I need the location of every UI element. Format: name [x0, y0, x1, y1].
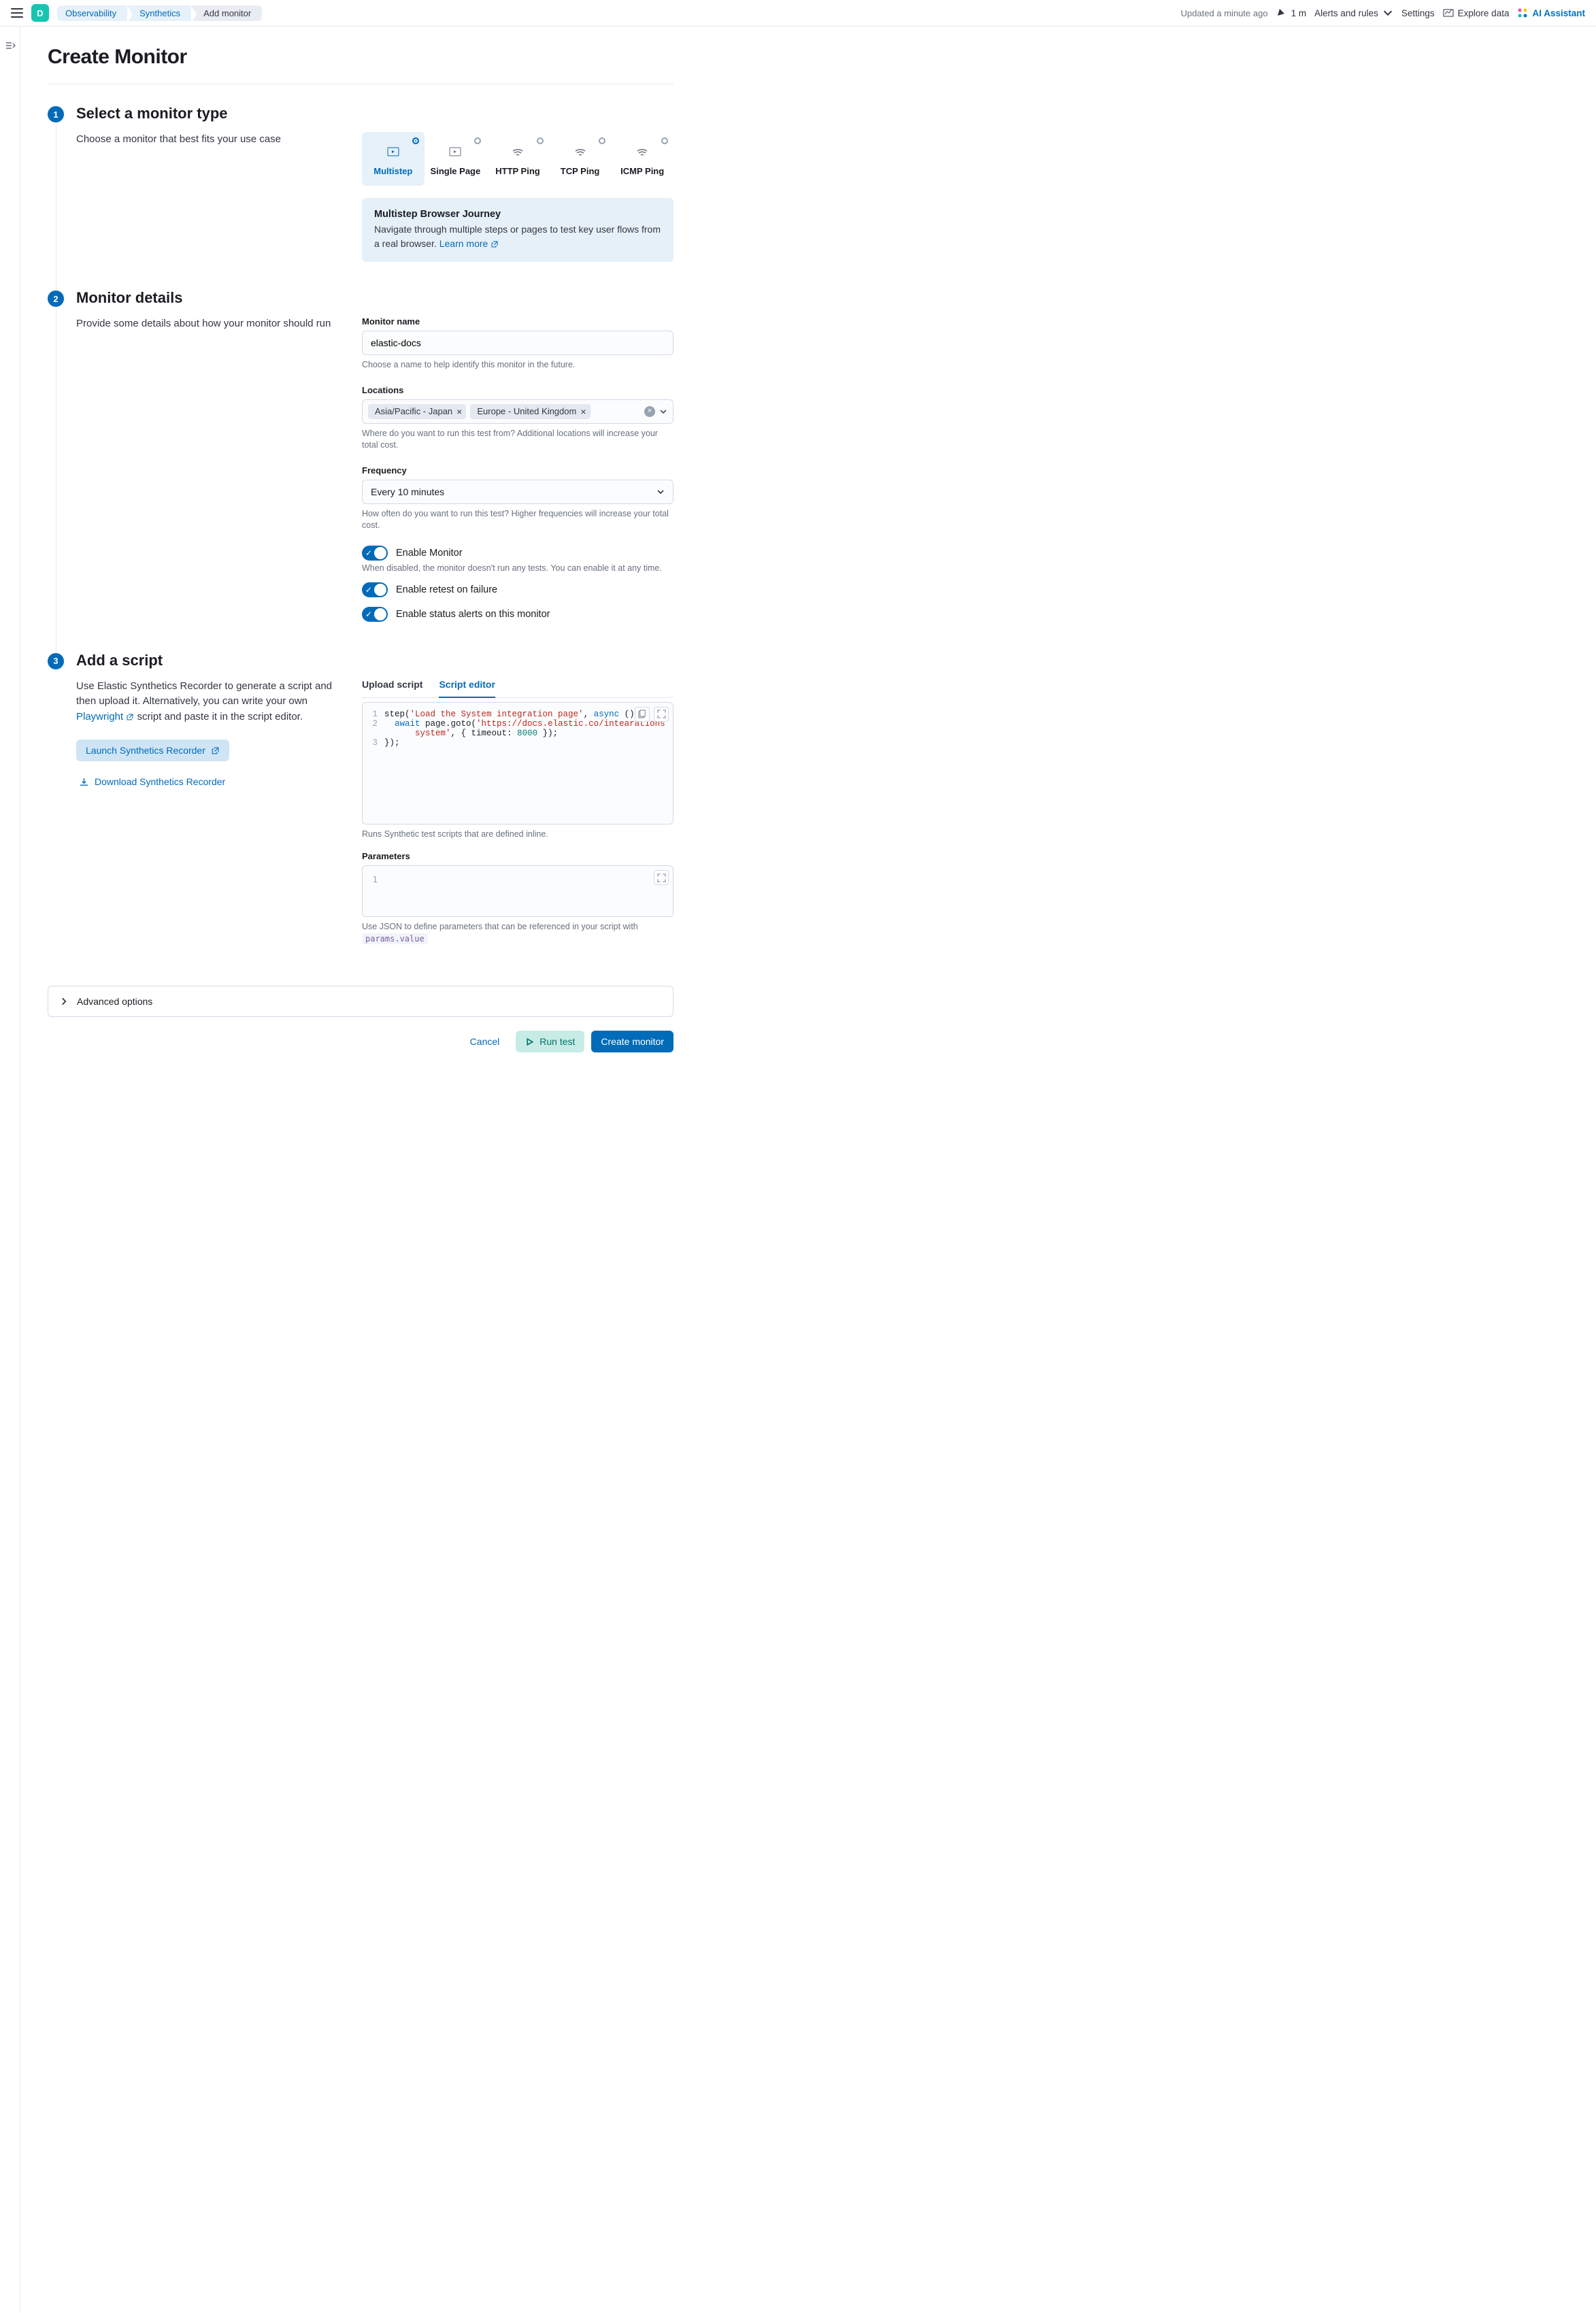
copy-script-button[interactable] [635, 707, 650, 722]
monitor-name-help: Choose a name to help identify this moni… [362, 359, 674, 371]
monitor-type-http-ping[interactable]: HTTP Ping [486, 132, 549, 186]
step1-description: Choose a monitor that best fits your use… [76, 132, 335, 148]
newsfeed-button[interactable]: 1 m [1276, 7, 1307, 18]
status-alerts-label: Enable status alerts on this monitor [396, 609, 550, 620]
browser-page-icon [448, 145, 462, 159]
copy-icon [638, 710, 647, 718]
space-badge[interactable]: D [31, 4, 49, 22]
updated-timestamp: Updated a minute ago [1181, 8, 1268, 18]
playwright-link[interactable]: Playwright [76, 711, 134, 722]
alerts-rules-menu[interactable]: Alerts and rules [1314, 7, 1393, 18]
chevron-down-icon [1382, 7, 1393, 18]
browser-steps-icon [386, 145, 400, 159]
step3-description: Use Elastic Synthetics Recorder to gener… [76, 679, 335, 725]
create-monitor-button[interactable]: Create monitor [591, 1031, 674, 1052]
parameters-label: Parameters [362, 851, 674, 861]
cancel-button[interactable]: Cancel [461, 1031, 510, 1052]
breadcrumb-synthetics[interactable]: Synthetics [127, 5, 191, 21]
expand-sidebar-icon [5, 40, 16, 51]
breadcrumb-add-monitor: Add monitor [191, 5, 262, 21]
fullscreen-icon [657, 873, 666, 882]
download-recorder-link[interactable]: Download Synthetics Recorder [76, 771, 228, 793]
top-header: D Observability Synthetics Add monitor U… [0, 0, 1596, 27]
ai-assistant-button[interactable]: AI Assistant [1517, 7, 1585, 18]
chevron-down-icon [656, 488, 665, 496]
enable-monitor-toggle[interactable]: ✓ [362, 546, 388, 561]
footer-actions: Cancel Run test Create monitor [48, 1031, 674, 1052]
chevron-right-icon [59, 997, 69, 1006]
fullscreen-icon [657, 710, 666, 718]
close-icon[interactable]: × [580, 406, 586, 417]
callout-title: Multistep Browser Journey [374, 209, 661, 220]
parameters-editor[interactable]: 1 [362, 865, 674, 917]
breadcrumb-observability[interactable]: Observability [57, 5, 127, 21]
explore-data-link[interactable]: Explore data [1443, 7, 1510, 18]
advanced-options-accordion[interactable]: Advanced options [48, 986, 674, 1017]
locations-label: Locations [362, 385, 674, 395]
monitor-type-icmp-ping[interactable]: ICMP Ping [611, 132, 674, 186]
wifi-icon [511, 145, 525, 159]
step-number-2: 2 [48, 290, 64, 307]
retest-on-failure-label: Enable retest on failure [396, 584, 497, 595]
callout-text: Navigate through multiple steps or pages… [374, 224, 661, 249]
frequency-select[interactable]: Every 10 minutes [362, 480, 674, 504]
step-number-1: 1 [48, 106, 64, 122]
chevron-down-icon[interactable] [659, 407, 667, 416]
collapse-sidebar-rail[interactable] [0, 27, 20, 2312]
monitor-type-single-page[interactable]: Single Page [425, 132, 487, 186]
menu-icon[interactable] [11, 8, 23, 18]
explore-icon [1443, 7, 1454, 18]
enable-monitor-help: When disabled, the monitor doesn't run a… [362, 563, 674, 573]
monitor-type-options: Multistep Single Page HTTP Ping [362, 132, 674, 186]
script-editor-help: Runs Synthetic test scripts that are def… [362, 829, 674, 841]
step-number-3: 3 [48, 653, 64, 669]
location-chip-uk[interactable]: Europe - United Kingdom× [470, 404, 590, 419]
script-tabs: Upload script Script editor [362, 679, 674, 698]
learn-more-link[interactable]: Learn more [439, 238, 499, 249]
breadcrumb: Observability Synthetics Add monitor [57, 5, 262, 21]
status-alerts-toggle[interactable]: ✓ [362, 607, 388, 622]
run-test-button[interactable]: Run test [516, 1031, 584, 1052]
frequency-label: Frequency [362, 465, 674, 476]
frequency-help: How often do you want to run this test? … [362, 508, 674, 532]
fullscreen-script-button[interactable] [654, 707, 669, 722]
popout-icon [211, 746, 220, 755]
fullscreen-params-button[interactable] [654, 870, 669, 885]
external-link-icon [126, 713, 134, 721]
clear-all-icon[interactable]: × [644, 406, 655, 417]
script-editor[interactable]: 1step('Load the System integration page'… [362, 702, 674, 825]
external-link-icon [491, 240, 499, 248]
tab-script-editor[interactable]: Script editor [439, 679, 495, 698]
launch-recorder-button[interactable]: Launch Synthetics Recorder [76, 739, 229, 761]
retest-on-failure-toggle[interactable]: ✓ [362, 582, 388, 597]
settings-link[interactable]: Settings [1401, 8, 1435, 18]
monitor-name-input[interactable] [362, 331, 674, 355]
cheer-icon [1276, 7, 1287, 18]
wifi-icon [635, 145, 649, 159]
monitor-type-tcp-ping[interactable]: TCP Ping [549, 132, 612, 186]
step1-title: Select a monitor type [76, 105, 674, 122]
step2-description: Provide some details about how your moni… [76, 316, 335, 332]
params-code-example: params.value [362, 933, 428, 944]
download-icon [79, 777, 89, 787]
locations-combobox[interactable]: Asia/Pacific - Japan× Europe - United Ki… [362, 399, 674, 424]
page-title: Create Monitor [48, 46, 674, 69]
wifi-icon [573, 145, 587, 159]
ai-sparkle-icon [1517, 7, 1528, 18]
monitor-type-multistep[interactable]: Multistep [362, 132, 425, 186]
tab-upload-script[interactable]: Upload script [362, 679, 422, 697]
step2-title: Monitor details [76, 289, 674, 307]
locations-help: Where do you want to run this test from?… [362, 428, 674, 452]
enable-monitor-label: Enable Monitor [396, 548, 463, 559]
play-icon [525, 1037, 534, 1046]
close-icon[interactable]: × [456, 406, 462, 417]
monitor-type-callout: Multistep Browser Journey Navigate throu… [362, 198, 674, 262]
monitor-name-label: Monitor name [362, 316, 674, 327]
parameters-help: Use JSON to define parameters that can b… [362, 921, 674, 945]
location-chip-japan[interactable]: Asia/Pacific - Japan× [368, 404, 466, 419]
advanced-options-label: Advanced options [77, 996, 152, 1007]
step3-title: Add a script [76, 652, 674, 669]
